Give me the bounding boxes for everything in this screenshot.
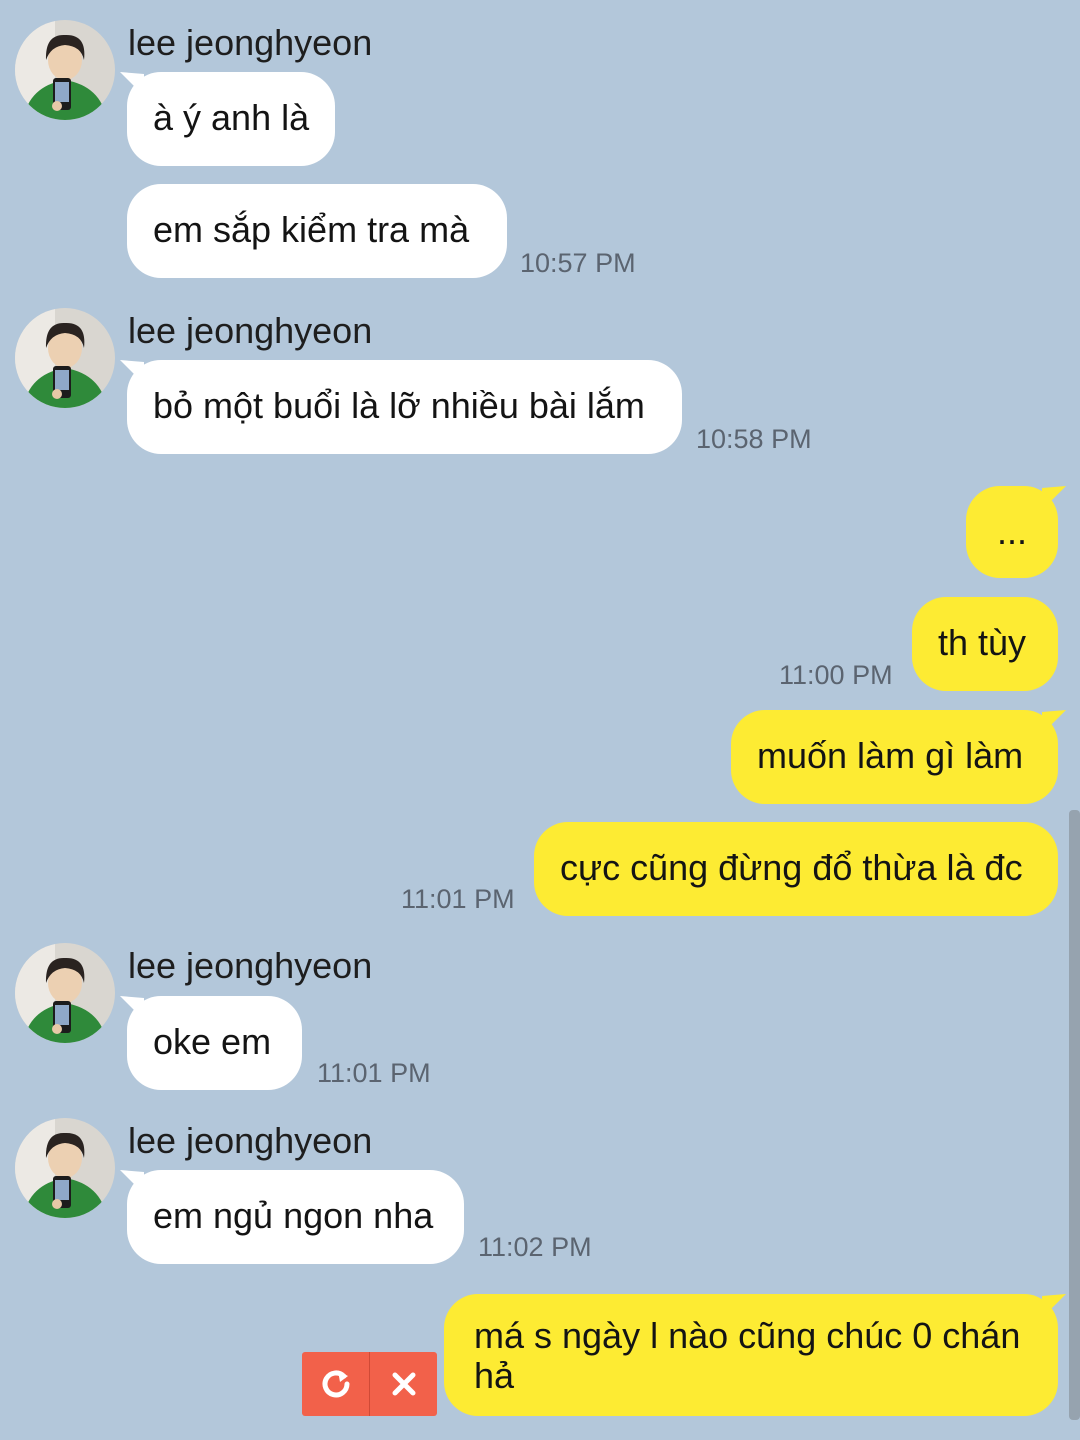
message-timestamp: 11:00 PM <box>779 660 893 690</box>
message-text: má s ngày l nào cũng chúc 0 chán hả <box>474 1315 1021 1396</box>
message-timestamp: 10:58 PM <box>696 424 812 454</box>
bubble-tail <box>1042 710 1066 734</box>
contact-avatar[interactable] <box>15 20 115 120</box>
sender-name: lee jeonghyeon <box>128 22 373 63</box>
scrollbar[interactable] <box>1069 810 1080 1420</box>
message-text: à ý anh là <box>153 97 310 138</box>
message-timestamp: 11:01 PM <box>317 1058 431 1088</box>
contact-avatar[interactable] <box>15 308 115 408</box>
outgoing-message-bubble[interactable]: ... <box>966 486 1066 578</box>
message-text: cực cũng đừng đổ thừa là đc <box>560 847 1023 888</box>
sender-name: lee jeonghyeon <box>128 310 373 351</box>
bubble-tail <box>1042 486 1066 510</box>
message-timestamp: 11:02 PM <box>478 1232 592 1262</box>
delete-message-button[interactable] <box>369 1352 437 1416</box>
bubble-tail <box>120 1170 144 1194</box>
close-icon <box>392 1372 415 1396</box>
bubble-tail <box>120 996 144 1020</box>
message-timestamp: 10:57 PM <box>520 248 636 278</box>
outgoing-message-bubble[interactable]: muốn làm gì làm <box>731 710 1066 804</box>
sender-name: lee jeonghyeon <box>128 945 373 986</box>
message-text: muốn làm gì làm <box>757 735 1024 776</box>
retry-send-button[interactable] <box>302 1352 369 1416</box>
message-text: bỏ một buổi là lỡ nhiều bài lắm <box>153 385 645 426</box>
bubble-tail <box>1042 1294 1066 1318</box>
incoming-message-bubble[interactable]: oke em <box>120 996 302 1090</box>
retry-icon <box>322 1370 349 1398</box>
bubble-tail <box>120 72 144 96</box>
outgoing-message-bubble[interactable]: má s ngày l nào cũng chúc 0 chán hả <box>444 1294 1066 1416</box>
message-text: em sắp kiểm tra mà <box>153 209 470 250</box>
contact-avatar[interactable] <box>15 1118 115 1218</box>
message-timestamp: 11:01 PM <box>401 884 515 914</box>
incoming-message-bubble[interactable]: em ngủ ngon nha <box>120 1170 464 1264</box>
contact-avatar[interactable] <box>15 943 115 1043</box>
message-text: em ngủ ngon nha <box>153 1195 434 1236</box>
outgoing-message-bubble[interactable]: th tùy <box>912 597 1058 691</box>
bubble-tail <box>120 360 144 384</box>
outgoing-message-bubble[interactable]: cực cũng đừng đổ thừa là đc <box>534 822 1058 916</box>
failed-message-actions <box>302 1352 437 1416</box>
incoming-message-bubble[interactable]: à ý anh là <box>120 72 335 166</box>
message-text: ... <box>996 511 1027 552</box>
sender-name: lee jeonghyeon <box>128 1120 373 1161</box>
message-text: oke em <box>153 1021 272 1062</box>
incoming-message-bubble[interactable]: bỏ một buổi là lỡ nhiều bài lắm <box>120 360 682 454</box>
incoming-message-bubble[interactable]: em sắp kiểm tra mà <box>127 184 507 278</box>
message-text: th tùy <box>938 622 1027 663</box>
